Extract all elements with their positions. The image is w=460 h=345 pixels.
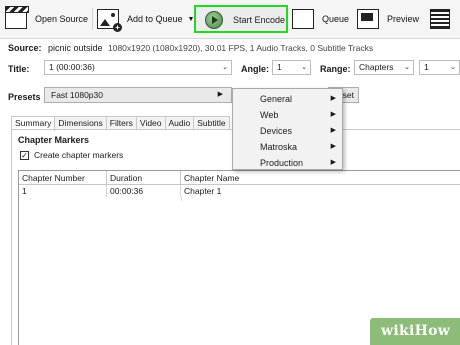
chevron-down-icon: ⌄ xyxy=(450,64,456,71)
menu-item-matroska[interactable]: Matroska ▶ xyxy=(233,139,342,155)
chevron-down-icon: ⌄ xyxy=(301,64,307,71)
add-to-queue-label: Add to Queue xyxy=(127,14,183,24)
chevron-right-icon: ▶ xyxy=(330,143,336,150)
add-to-queue-button[interactable]: + Add to Queue ▼ xyxy=(97,5,194,33)
column-header-duration[interactable]: Duration xyxy=(107,171,181,185)
tab-bar: Summary Dimensions Filters Video Audio S… xyxy=(11,116,230,131)
open-source-label: Open Source xyxy=(35,14,89,24)
preview-label: Preview xyxy=(387,14,420,24)
presets-menu: General ▶ Web ▶ Devices ▶ Matroska ▶ Pro… xyxy=(232,88,343,170)
wikihow-watermark: wikiHow xyxy=(370,318,460,345)
clapperboard-icon xyxy=(5,6,29,29)
table-cell-duration: 00:00:36 xyxy=(107,185,181,197)
chevron-down-icon: ⌄ xyxy=(404,64,410,71)
range-select-value: Chapters xyxy=(359,62,394,72)
presets-label: Presets xyxy=(8,92,41,102)
source-label: Source: xyxy=(8,43,42,53)
queue-label: Queue xyxy=(322,14,350,24)
angle-select-value: 1 xyxy=(277,62,282,72)
start-encode-label: Start Encode xyxy=(233,15,286,25)
menu-item-label: Devices xyxy=(260,126,293,136)
angle-select[interactable]: 1 ⌄ xyxy=(272,60,311,75)
menu-item-label: Production xyxy=(260,158,304,168)
chevron-right-icon: ▶ xyxy=(217,91,223,98)
range-start-select[interactable]: 1 ⌄ xyxy=(419,60,460,75)
tab-audio[interactable]: Audio xyxy=(164,116,195,130)
menu-item-production[interactable]: Production ▶ xyxy=(233,155,342,171)
chevron-right-icon: ▶ xyxy=(330,111,336,118)
create-chapter-markers-label: Create chapter markers xyxy=(34,150,124,160)
queue-button[interactable]: Queue xyxy=(288,5,350,33)
chapter-markers-heading: Chapter Markers xyxy=(18,135,90,145)
table-cell-chapter-name[interactable]: Chapter 1 xyxy=(181,185,460,197)
play-icon xyxy=(205,11,223,29)
preview-button[interactable]: Preview xyxy=(357,5,419,33)
table-row-remainder xyxy=(19,197,182,201)
chevron-down-icon: ⌄ xyxy=(222,64,228,71)
title-select[interactable]: 1 (00:00:36) ⌄ xyxy=(44,60,232,75)
menu-item-label: Web xyxy=(260,110,279,120)
column-header-chapter-name[interactable]: Chapter Name xyxy=(181,171,460,185)
range-label: Range: xyxy=(320,64,351,74)
watermark-how: How xyxy=(414,323,451,339)
title-select-value: 1 (00:00:36) xyxy=(49,62,95,72)
chevron-right-icon: ▶ xyxy=(330,127,336,134)
queue-icon xyxy=(288,9,314,30)
tab-video[interactable]: Video xyxy=(135,116,166,130)
create-chapter-markers-checkbox[interactable]: ✓ xyxy=(20,151,29,160)
range-start-value: 1 xyxy=(424,62,429,72)
menu-item-web[interactable]: Web ▶ xyxy=(233,107,342,123)
toolbar: Open Source + Add to Queue ▼ Start Encod… xyxy=(0,0,460,39)
menu-item-label: Matroska xyxy=(260,142,298,152)
column-header-chapter-number[interactable]: Chapter Number xyxy=(19,171,107,185)
source-name: picnic outside xyxy=(48,43,103,53)
title-label: Title: xyxy=(8,64,30,74)
range-select[interactable]: Chapters ⌄ xyxy=(354,60,414,75)
tab-dimensions[interactable]: Dimensions xyxy=(54,116,107,130)
menu-item-label: General xyxy=(260,94,293,104)
chevron-right-icon: ▶ xyxy=(330,95,336,102)
tab-filters[interactable]: Filters xyxy=(105,116,137,130)
menu-item-general[interactable]: General ▶ xyxy=(233,91,342,107)
chevron-right-icon: ▶ xyxy=(330,159,336,166)
toolbar-divider xyxy=(92,8,93,30)
tab-subtitles[interactable]: Subtitle xyxy=(193,116,230,130)
start-encode-button[interactable]: Start Encode xyxy=(194,5,288,33)
add-image-icon: + xyxy=(97,9,122,32)
table-cell-number: 1 xyxy=(19,185,107,197)
activity-log-button[interactable] xyxy=(430,5,458,33)
menu-item-devices[interactable]: Devices ▶ xyxy=(233,123,342,139)
reset-button-label: set xyxy=(342,90,354,100)
presets-dropdown[interactable]: Fast 1080p30 ▶ xyxy=(44,87,232,103)
angle-label: Angle: xyxy=(241,64,269,74)
activity-log-icon xyxy=(430,9,450,29)
source-info: 1080x1920 (1080x1920), 30.01 FPS, 1 Audi… xyxy=(108,43,374,53)
watermark-wiki: wiki xyxy=(381,323,415,339)
presets-value: Fast 1080p30 xyxy=(51,90,103,100)
open-source-button[interactable]: Open Source xyxy=(5,5,88,33)
preview-icon xyxy=(357,9,379,29)
